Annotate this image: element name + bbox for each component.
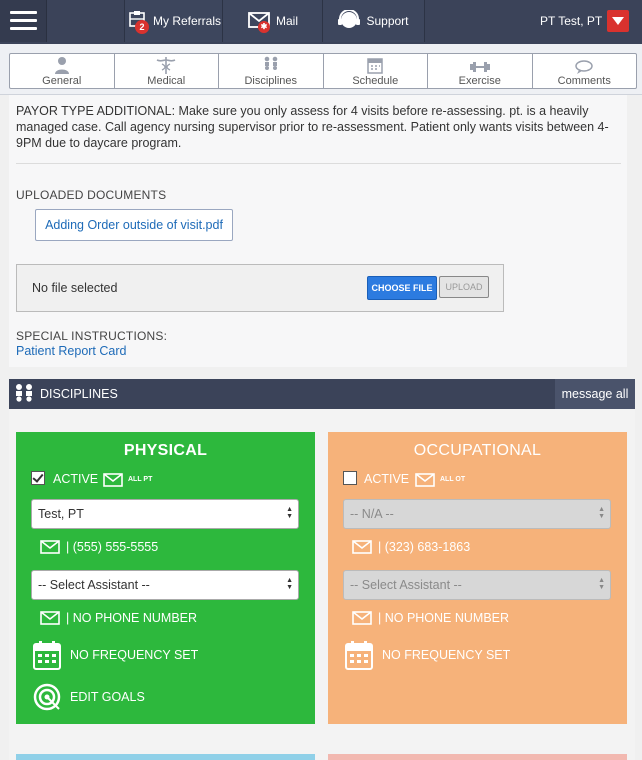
patient-details-panel: PAYOR TYPE ADDITIONAL: Make sure you onl… (9, 95, 627, 367)
my-referrals-label: My Referrals (152, 14, 221, 28)
physical-discipline-card: PHYSICAL ACTIVE ALL PT Test, PT ▲ ▼ | (55… (16, 432, 315, 724)
special-instructions-label: SPECIAL INSTRUCTIONS: (16, 329, 168, 343)
next-discipline-card (328, 754, 627, 760)
therapist-select-value: Test, PT (38, 507, 84, 521)
edit-goals-link[interactable]: EDIT GOALS (70, 690, 145, 704)
assistant-phone: | NO PHONE NUMBER (66, 611, 198, 625)
divider (16, 163, 621, 164)
tab-exercise-label: Exercise (458, 75, 501, 87)
disciplines-title: DISCIPLINES (40, 387, 118, 401)
calendar-icon (367, 58, 383, 74)
headset-icon (338, 8, 361, 33)
people-icon (264, 56, 278, 70)
active-checkbox[interactable] (31, 471, 45, 485)
tab-medical[interactable]: Medical (115, 54, 219, 88)
chat-icon (575, 60, 593, 74)
occupational-discipline-card: OCCUPATIONAL ACTIVE ALL OT -- N/A -- ▲ ▼ … (328, 432, 627, 724)
target-icon[interactable] (33, 682, 63, 712)
person-icon (54, 57, 69, 74)
user-dropdown-icon[interactable] (607, 10, 629, 32)
tab-disciplines-label: Disciplines (244, 75, 298, 87)
mail-icon[interactable] (352, 611, 372, 625)
assistant-select[interactable]: -- Select Assistant -- ▲ ▼ (343, 570, 611, 600)
mail-icon[interactable] (415, 473, 435, 487)
tab-general-label: General (42, 75, 82, 87)
top-navigation-bar: 2 My Referrals ✱ Mail Support PT Test, P… (0, 0, 642, 44)
active-label: ACTIVE (53, 472, 99, 486)
select-arrows-icon: ▲ ▼ (598, 577, 605, 591)
active-checkbox[interactable] (343, 471, 357, 485)
tab-disciplines[interactable]: Disciplines (219, 54, 324, 88)
frequency-status[interactable]: NO FREQUENCY SET (70, 648, 198, 662)
payor-instructions-text: PAYOR TYPE ADDITIONAL: Make sure you onl… (16, 104, 609, 150)
select-arrows-icon: ▲ ▼ (598, 506, 605, 520)
tab-comments-label: Comments (557, 75, 611, 87)
exercise-icon (469, 62, 490, 72)
caduceus-icon (156, 57, 176, 74)
tab-schedule-label: Schedule (352, 75, 399, 87)
support-label: Support (366, 14, 409, 28)
mail-icon: ✱ (248, 11, 270, 33)
referrals-icon: 2 (127, 10, 149, 34)
mail-icon[interactable] (103, 473, 123, 487)
mail-icon[interactable] (40, 540, 60, 554)
choose-file-button[interactable]: CHOOSE FILE (367, 276, 437, 300)
calendar-icon[interactable] (33, 640, 61, 670)
hamburger-menu-button[interactable] (0, 0, 47, 42)
message-all-button[interactable]: message all (555, 379, 635, 409)
therapist-phone: | (323) 683-1863 (378, 540, 471, 554)
mail-icon[interactable] (352, 540, 372, 554)
tab-exercise[interactable]: Exercise (428, 54, 533, 88)
assistant-select[interactable]: -- Select Assistant -- ▲ ▼ (31, 570, 299, 600)
message-all-discipline-label[interactable]: ALL OT (440, 476, 465, 483)
assistant-select-value: -- Select Assistant -- (350, 578, 462, 592)
tab-general[interactable]: General (10, 54, 115, 88)
mail-label: Mail (275, 14, 298, 28)
assistant-phone: | NO PHONE NUMBER (378, 611, 510, 625)
therapist-select[interactable]: -- N/A -- ▲ ▼ (343, 499, 611, 529)
therapist-select-value: -- N/A -- (350, 507, 394, 521)
support-button[interactable]: Support (322, 0, 425, 42)
discipline-title: OCCUPATIONAL (413, 442, 542, 459)
file-status-text: No file selected (32, 281, 118, 295)
mail-badge: ✱ (257, 20, 270, 33)
patient-report-card-link[interactable]: Patient Report Card (16, 344, 126, 358)
mail-button[interactable]: ✱ Mail (222, 0, 324, 42)
my-referrals-button[interactable]: 2 My Referrals (124, 0, 224, 42)
user-name[interactable]: PT Test, PT (540, 14, 602, 28)
tab-medical-label: Medical (147, 75, 186, 87)
section-tabs-bar: General Medical Disciplines Schedule Exe… (0, 44, 642, 95)
upload-button[interactable]: UPLOAD (439, 276, 489, 298)
therapist-select[interactable]: Test, PT ▲ ▼ (31, 499, 299, 529)
referrals-badge: 2 (134, 19, 149, 34)
uploaded-document-link[interactable]: Adding Order outside of visit.pdf (35, 209, 233, 241)
frequency-status[interactable]: NO FREQUENCY SET (382, 648, 510, 662)
select-arrows-icon: ▲ ▼ (286, 577, 293, 591)
people-icon (16, 384, 32, 402)
calendar-icon[interactable] (345, 640, 373, 670)
next-discipline-card (16, 754, 315, 760)
assistant-select-value: -- Select Assistant -- (38, 578, 150, 592)
tab-schedule[interactable]: Schedule (324, 54, 428, 88)
uploaded-documents-label: UPLOADED DOCUMENTS (16, 188, 167, 202)
therapist-phone: | (555) 555-5555 (66, 540, 159, 554)
active-label: ACTIVE (364, 472, 410, 486)
select-arrows-icon: ▲ ▼ (286, 506, 293, 520)
file-upload-box: No file selected CHOOSE FILE UPLOAD (16, 264, 504, 312)
mail-icon[interactable] (40, 611, 60, 625)
disciplines-header: DISCIPLINES message all (9, 379, 635, 409)
section-tabs: General Medical Disciplines Schedule Exe… (9, 53, 637, 89)
message-all-discipline-label[interactable]: ALL PT (128, 476, 152, 483)
discipline-title: PHYSICAL (123, 442, 208, 459)
tab-comments[interactable]: Comments (533, 54, 637, 88)
